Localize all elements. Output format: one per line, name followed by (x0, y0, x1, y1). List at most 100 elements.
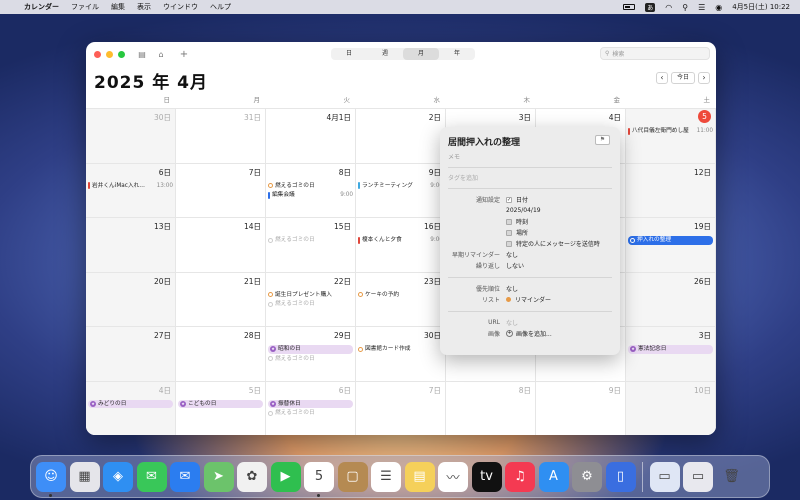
calendar-event[interactable]: ★ こどもの日 (178, 399, 263, 408)
priority-value[interactable]: なし (506, 284, 518, 293)
day-cell[interactable]: 9日 (536, 381, 626, 435)
iphone-mirroring-icon[interactable]: ▯ (605, 461, 636, 492)
menu-edit[interactable]: 編集 (111, 2, 125, 12)
music-icon[interactable]: ♫ (505, 461, 535, 492)
control-center-icon[interactable]: ☰ (698, 3, 705, 12)
freeform-icon[interactable]: 〰 (438, 461, 468, 492)
day-cell[interactable]: 9日 ランチミーティング 9:00 (356, 163, 446, 218)
maps-icon[interactable]: ➤ (203, 461, 234, 492)
day-cell[interactable]: 7日 (356, 381, 446, 435)
day-cell[interactable]: 6日 ★ 振替休日 燃えるゴミの日 (266, 381, 356, 435)
reminder-circle-icon[interactable] (268, 301, 273, 307)
tab-day[interactable]: 日 (331, 48, 367, 60)
time-checkbox[interactable] (506, 218, 512, 225)
menu-view[interactable]: 表示 (137, 2, 151, 12)
day-cell[interactable]: 13日 (86, 218, 176, 273)
calendar-event[interactable]: ★ 振替休日 (268, 399, 353, 408)
calendar-event[interactable]: ★ 昭和の日 (268, 345, 353, 354)
add-event-icon[interactable]: + (179, 49, 189, 60)
calendar-event[interactable]: 燃えるゴミの日 (268, 300, 353, 309)
calendar-event[interactable]: 八代目儀左衛門めし屋 11:00 (628, 127, 713, 136)
reminder-circle-icon[interactable] (630, 237, 635, 243)
calendar-event[interactable]: 燃えるゴミの日 (268, 236, 353, 245)
inbox-icon[interactable]: ⌂ (156, 50, 166, 59)
reminder-circle-icon[interactable] (268, 183, 273, 189)
day-cell[interactable]: 7日 (176, 163, 266, 218)
day-cell[interactable]: 19日 押入れの整理 (626, 218, 716, 273)
calendar-event[interactable]: 燃えるゴミの日 (268, 182, 353, 191)
flag-button[interactable]: ⚑ (595, 135, 610, 145)
calendar-event[interactable]: 燃えるゴミの日 (268, 355, 353, 364)
menu-file[interactable]: ファイル (71, 2, 99, 12)
early-reminder-value[interactable]: なし (506, 250, 518, 259)
day-cell[interactable]: 4日 ★ みどりの日 (86, 381, 176, 435)
day-cell[interactable]: 23日 ケーキの予約 (356, 272, 446, 327)
calendar-event[interactable]: 榎本くんと夕食 9:00 (358, 236, 443, 245)
day-cell[interactable]: 29日 ★ 昭和の日 燃えるゴミの日 (266, 327, 356, 382)
date-checkbox[interactable]: ✓ (506, 196, 512, 203)
battery-icon[interactable] (623, 4, 636, 10)
tab-year[interactable]: 年 (439, 48, 475, 60)
calendar-event[interactable]: ★ 憲法記念日 (628, 345, 713, 354)
calendar-icon[interactable]: 5 (304, 461, 334, 497)
finder-icon[interactable]: ☺ (36, 461, 66, 497)
day-cell[interactable]: 2日 (356, 109, 446, 164)
day-cell[interactable]: 27日 (86, 327, 176, 382)
message-checkbox[interactable] (506, 240, 512, 247)
day-cell[interactable]: 30日 (86, 109, 176, 164)
day-cell[interactable]: 20日 (86, 272, 176, 327)
calendar-event[interactable]: 岩井くんiMac入れ… 13:00 (88, 182, 173, 191)
day-cell[interactable]: 3日 ★ 憲法記念日 (626, 327, 716, 382)
input-method-icon[interactable]: あ (645, 2, 656, 12)
mail-icon[interactable]: ✉ (170, 461, 200, 492)
day-cell[interactable]: 4月1日 (266, 109, 356, 164)
search-field[interactable]: ⚲ 検索 (600, 47, 710, 60)
calendar-event[interactable]: ★ みどりの日 (88, 399, 173, 408)
calendar-event[interactable]: ランチミーティング 9:00 (358, 182, 443, 191)
user-icon[interactable]: ◉ (715, 3, 722, 12)
minimize-button[interactable] (106, 50, 113, 58)
notes-icon[interactable]: ▤ (404, 461, 435, 492)
reminder-circle-icon[interactable] (358, 292, 363, 298)
day-cell[interactable]: 28日 (176, 327, 266, 382)
facetime-icon[interactable]: ▶ (270, 461, 301, 492)
reminder-circle-icon[interactable] (268, 237, 273, 243)
tab-week[interactable]: 週 (367, 48, 403, 60)
safari-icon[interactable]: ◈ (103, 461, 133, 492)
reminders-icon[interactable]: ☰ (371, 461, 401, 492)
photos-icon[interactable]: ✿ (237, 461, 267, 492)
wifi-icon[interactable]: ◠ (665, 3, 672, 12)
calendar-event[interactable]: 誕生日プレゼント購入 (268, 291, 353, 300)
prev-month-button[interactable]: ‹ (656, 72, 668, 84)
url-value[interactable]: なし (506, 318, 518, 327)
reminder-circle-icon[interactable] (358, 346, 363, 352)
day-cell[interactable]: 16日 榎本くんと夕食 9:00 (356, 218, 446, 273)
calendar-event[interactable]: 図書館カード作成 (358, 345, 443, 354)
date-value[interactable]: 2025/04/19 (506, 207, 541, 214)
calendar-event[interactable]: 燃えるゴミの日 (268, 409, 353, 418)
search-menubar-icon[interactable]: ⚲ (682, 3, 688, 12)
calendars-sidebar-icon[interactable]: ▤ (137, 50, 147, 59)
add-image-icon[interactable]: + (506, 330, 513, 337)
tv-icon[interactable]: tv (471, 461, 502, 492)
tags-field[interactable]: タグを追加 (448, 173, 612, 182)
today-button[interactable]: 今日 (671, 72, 695, 84)
day-cell[interactable]: 22日 誕生日プレゼント購入 燃えるゴミの日 (266, 272, 356, 327)
window-icon[interactable]: ▭ (683, 461, 713, 492)
calendar-event[interactable]: 編集会議 9:00 (268, 191, 353, 200)
day-cell[interactable]: 30日 図書館カード作成 (356, 327, 446, 382)
repeat-value[interactable]: しない (506, 261, 524, 270)
day-cell[interactable]: 8日 燃えるゴミの日 編集会議 9:00 (266, 163, 356, 218)
memo-field[interactable]: メモ (448, 152, 612, 161)
place-checkbox[interactable] (506, 229, 512, 236)
preview-icon[interactable]: ▭ (649, 461, 680, 492)
reminder-title[interactable]: 居間押入れの整理 (448, 135, 612, 148)
add-image-button[interactable]: 画像を追加... (516, 329, 552, 338)
zoom-button[interactable] (118, 50, 125, 58)
day-cell[interactable]: 31日 (176, 109, 266, 164)
messages-icon[interactable]: ✉ (136, 461, 167, 492)
reminder-circle-icon[interactable] (268, 410, 273, 416)
menu-help[interactable]: ヘルプ (210, 2, 231, 12)
day-cell[interactable]: 8日 (446, 381, 536, 435)
day-cell[interactable]: 12日 (626, 163, 716, 218)
